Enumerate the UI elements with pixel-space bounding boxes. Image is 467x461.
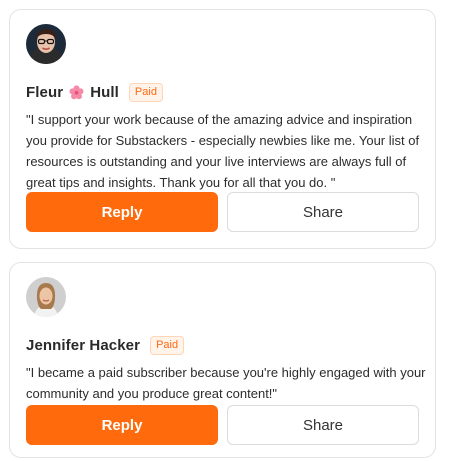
user-avatar-photo-icon [26,277,66,317]
paid-badge: Paid [128,82,163,102]
testimonial-card: Fleur Hull Paid "I support your work bec… [9,9,436,249]
share-button[interactable]: Share [227,405,419,445]
commenter-last-name: Hull [90,83,119,101]
paid-badge: Paid [150,335,185,355]
avatar[interactable] [26,24,66,64]
user-avatar-photo-icon [26,24,66,64]
share-button[interactable]: Share [227,192,419,232]
card-actions: Reply Share [26,192,419,232]
commenter-name[interactable]: Fleur Hull [26,84,119,101]
commenter-name[interactable]: Jennifer Hacker [26,337,140,354]
flower-icon [69,84,84,100]
commenter-header: Fleur Hull Paid [26,81,419,103]
reply-button[interactable]: Reply [26,405,218,445]
commenter-header: Jennifer Hacker Paid [26,334,419,356]
commenter-first-name: Fleur [26,83,64,101]
card-actions: Reply Share [26,405,419,445]
avatar[interactable] [26,277,66,317]
testimonial-quote: "I support your work because of the amaz… [26,112,420,190]
reply-button[interactable]: Reply [26,192,218,232]
testimonial-quote: "I became a paid subscriber because you'… [26,365,426,401]
testimonial-card: Jennifer Hacker Paid "I became a paid su… [9,262,436,458]
